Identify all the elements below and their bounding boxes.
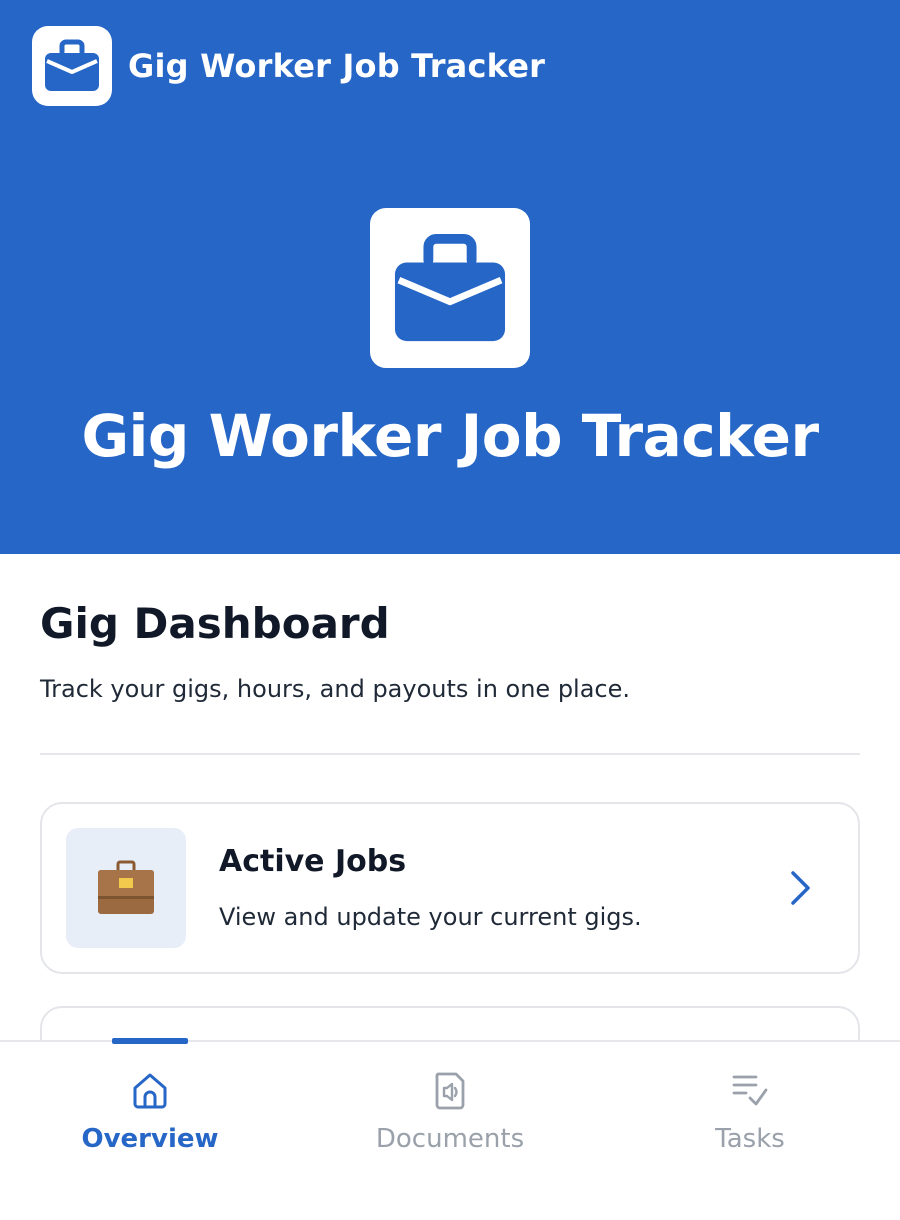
briefcase-icon [394, 233, 506, 342]
chevron-right-icon[interactable] [788, 868, 814, 908]
tab-tasks-label: Tasks [715, 1124, 785, 1154]
card-thumbnail [66, 828, 186, 948]
briefcase-icon [98, 860, 154, 914]
hero-logo [370, 208, 530, 368]
tab-documents[interactable]: Documents [300, 1068, 600, 1188]
card-description: View and update your current gigs. [219, 903, 642, 931]
page-title: Gig Dashboard [40, 599, 390, 648]
section-divider [40, 753, 860, 755]
tasks-checklist-icon [732, 1075, 768, 1106]
briefcase-icon [45, 39, 99, 91]
tab-overview-label: Overview [81, 1124, 219, 1154]
card-title: Active Jobs [219, 844, 407, 879]
app-logo [32, 26, 112, 106]
hero-title: Gig Worker Job Tracker [81, 402, 819, 470]
home-icon [133, 1073, 167, 1109]
bottom-navigation: Overview Documents Tasks [0, 1038, 900, 1220]
tab-documents-label: Documents [375, 1124, 525, 1154]
active-tab-indicator [112, 1038, 188, 1044]
active-jobs-card[interactable]: Active Jobs View and update your current… [40, 802, 860, 974]
document-icon [435, 1072, 465, 1110]
tab-overview[interactable]: Overview [0, 1068, 300, 1188]
hero-banner: Gig Worker Job Tracker Gig Worker Job Tr… [0, 0, 900, 554]
page-subtitle: Track your gigs, hours, and payouts in o… [40, 675, 631, 703]
app-title: Gig Worker Job Tracker [128, 47, 546, 85]
tab-tasks[interactable]: Tasks [600, 1068, 900, 1188]
